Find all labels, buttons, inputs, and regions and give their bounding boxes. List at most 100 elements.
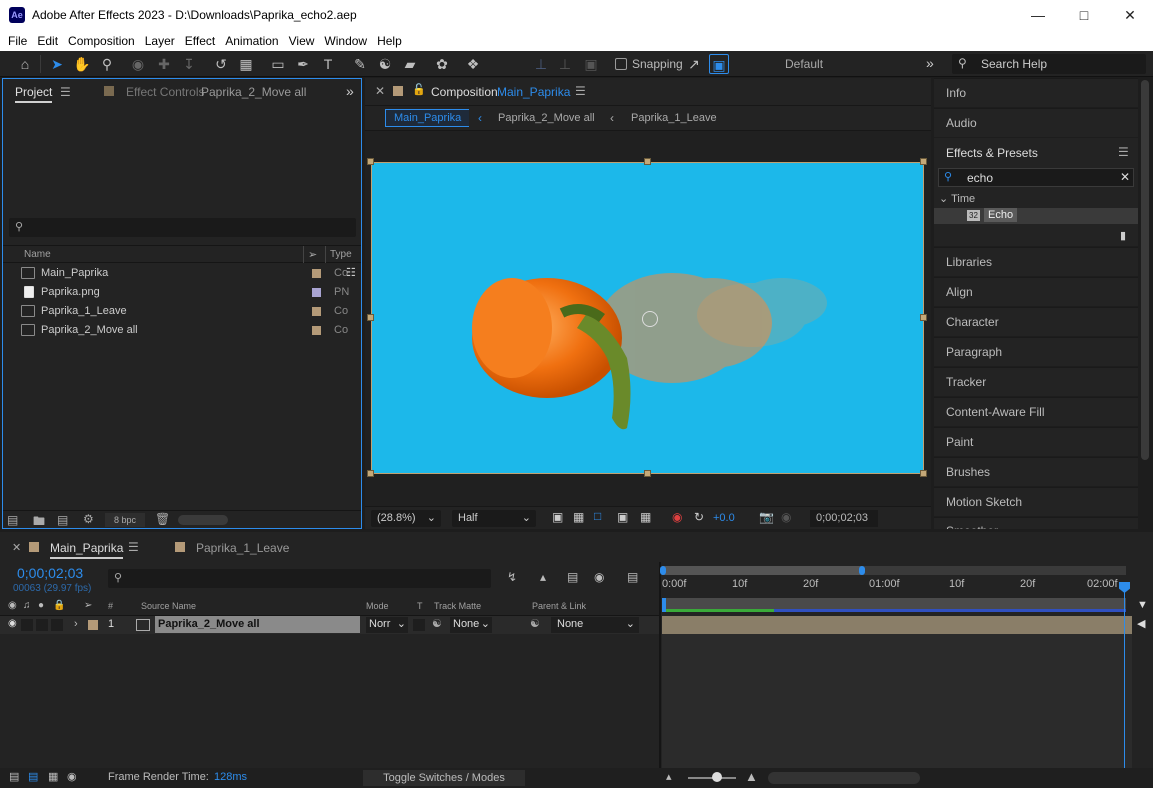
panel-paint[interactable]: Paint — [934, 427, 1138, 456]
interpret-footage-icon[interactable]: ▤ — [7, 513, 18, 527]
panel-character[interactable]: Character — [934, 307, 1138, 336]
menu-window[interactable]: Window — [319, 34, 372, 48]
frame-blending-icon[interactable]: ▤ — [567, 570, 578, 584]
breadcrumb-main-paprika[interactable]: Main_Paprika — [385, 109, 470, 127]
work-area-range[interactable] — [662, 566, 862, 575]
mode-dropdown[interactable]: Norr ⌄ — [366, 617, 408, 633]
timeline-tab-main[interactable]: Main_Paprika — [50, 541, 124, 559]
maximize-icon[interactable]: □ — [1061, 0, 1107, 31]
timeline-tab-leave[interactable]: Paprika_1_Leave — [196, 541, 289, 555]
panel-motion-sketch[interactable]: Motion Sketch — [934, 487, 1138, 516]
rectangle-tool-icon[interactable]: ▭ — [268, 54, 288, 74]
region-of-interest-icon[interactable]: ▣ — [617, 510, 628, 524]
timeline-search-input[interactable]: ⚲ — [108, 569, 491, 588]
transform-handle[interactable] — [644, 470, 651, 477]
solo-icon[interactable]: ● — [38, 600, 44, 611]
work-area-bar[interactable] — [660, 566, 1126, 575]
graph-editor-icon[interactable]: ▤ — [627, 570, 638, 584]
new-composition-icon[interactable]: ▤ — [57, 513, 68, 527]
panel-more-icon[interactable]: » — [346, 83, 354, 99]
selection-tool-icon[interactable]: ➤ — [47, 54, 67, 74]
transparency-grid-icon[interactable]: ▦ — [573, 510, 584, 524]
expand-chevron-icon[interactable]: › — [74, 618, 78, 630]
menu-view[interactable]: View — [284, 34, 320, 48]
menu-layer[interactable]: Layer — [140, 34, 180, 48]
scrollbar-thumb[interactable] — [178, 515, 228, 525]
label-swatch[interactable] — [312, 326, 321, 335]
category-time[interactable]: ⌄ Time — [939, 192, 975, 205]
panel-libraries[interactable]: Libraries — [934, 247, 1138, 276]
anchor-point-icon[interactable] — [642, 311, 658, 327]
transform-handle[interactable] — [367, 158, 374, 165]
label-swatch[interactable] — [312, 307, 321, 316]
effect-item-echo[interactable]: 32 Echo — [934, 208, 1138, 224]
tab-menu-icon[interactable]: ☰ — [128, 540, 139, 554]
preserve-transparency-toggle[interactable] — [413, 619, 425, 631]
zoom-out-icon[interactable]: ▴ — [666, 770, 672, 783]
draft-3d-icon[interactable]: ▴ — [540, 570, 546, 584]
parent-pickwhip-icon[interactable]: ☯ — [530, 617, 540, 630]
view-axis-icon[interactable]: ▣ — [581, 54, 601, 74]
layer-name[interactable]: Paprika_2_Move all — [155, 616, 360, 633]
panel-audio[interactable]: Audio — [934, 108, 1138, 137]
close-tab-icon[interactable]: ✕ — [12, 541, 21, 554]
work-area-end[interactable] — [859, 566, 865, 575]
comp-timecode[interactable]: 0;00;02;03 — [810, 510, 878, 527]
transform-handle[interactable] — [920, 158, 927, 165]
roto-brush-icon[interactable]: ✿ — [432, 54, 452, 74]
menu-file[interactable]: File — [3, 34, 32, 48]
menu-help[interactable]: Help — [372, 34, 407, 48]
lock-icon[interactable]: 🔓 — [412, 83, 426, 96]
col-type[interactable]: Type — [330, 249, 352, 260]
playhead[interactable] — [1124, 582, 1125, 768]
tab-project[interactable]: Project — [15, 85, 53, 103]
puppet-pin-icon[interactable]: ❖ — [463, 54, 483, 74]
exposure-value[interactable]: +0.0 — [713, 512, 735, 524]
comp-tab-name[interactable]: Main_Paprika — [497, 85, 570, 99]
layer-row[interactable]: ◉ › 1 Paprika_2_Move all Norr ⌄ ☯ None ⌄ ☯… — [0, 616, 660, 634]
show-snapshot-icon[interactable]: ◉ — [781, 510, 791, 524]
layer-duration-bar[interactable] — [662, 616, 1132, 634]
tab-effect-controls[interactable]: Effect Controls — [126, 85, 204, 99]
toggle-switches-modes-button[interactable]: Toggle Switches / Modes — [363, 770, 525, 786]
transform-handle[interactable] — [367, 470, 374, 477]
channel-icon[interactable]: ◉ — [672, 510, 682, 524]
in-out-panes-icon[interactable]: ▦ — [48, 770, 58, 783]
snap-target-icon[interactable]: ▣ — [709, 54, 729, 74]
close-icon[interactable]: ✕ — [1107, 0, 1153, 31]
transform-handle[interactable] — [920, 314, 927, 321]
label-tag-icon[interactable]: ➢ — [84, 600, 92, 611]
track-matte-dropdown[interactable]: None ⌄ — [450, 617, 492, 633]
solo-toggle[interactable] — [36, 619, 48, 631]
pen-tool-icon[interactable]: ✒ — [293, 54, 313, 74]
label-swatch[interactable] — [312, 288, 321, 297]
panel-paragraph[interactable]: Paragraph — [934, 337, 1138, 366]
comp-tab-prefix[interactable]: Composition — [431, 85, 498, 99]
fast-preview-icon[interactable]: ▣ — [552, 510, 563, 524]
resolution-dropdown[interactable]: Half ⌄ — [452, 510, 536, 527]
comp-flowchart-icon[interactable]: ↯ — [507, 570, 517, 584]
search-help-input[interactable]: ⚲ Search Help — [952, 54, 1146, 74]
snap-options-icon[interactable]: ↗ — [684, 54, 704, 74]
grid-guides-icon[interactable]: ▦ — [640, 510, 651, 524]
project-item[interactable]: Paprika_2_Move all Co — [3, 321, 361, 340]
label-swatch[interactable] — [312, 269, 321, 278]
type-tool-icon[interactable]: T — [318, 54, 338, 74]
clone-stamp-icon[interactable]: ☯ — [375, 54, 395, 74]
dolly-camera-icon[interactable]: ↧ — [179, 54, 199, 74]
mask-visibility-icon[interactable]: □ — [594, 509, 601, 523]
zoom-dropdown[interactable]: (28.8%) ⌄ — [371, 510, 441, 527]
motion-blur-icon[interactable]: ◉ — [594, 570, 604, 584]
pickwhip-icon[interactable]: ☯ — [432, 617, 442, 630]
audio-toggle[interactable] — [21, 619, 33, 631]
eye-icon[interactable]: ◉ — [8, 600, 17, 611]
time-ruler[interactable]: 0:00f 10f 20f 01:00f 10f 20f 02:00f — [662, 576, 1126, 596]
pan-camera-icon[interactable]: ✚ — [154, 54, 174, 74]
layer-out-icon[interactable]: ◀ — [1137, 617, 1145, 630]
panel-menu-icon[interactable]: ☰ — [1118, 145, 1129, 159]
transform-handle[interactable] — [367, 314, 374, 321]
layer-label-swatch[interactable] — [88, 620, 98, 630]
visibility-eye-icon[interactable]: ◉ — [8, 618, 17, 629]
adjust-settings-icon[interactable]: ⚙ — [83, 512, 94, 526]
zoom-marker-icon[interactable]: ▼ — [1137, 599, 1148, 611]
